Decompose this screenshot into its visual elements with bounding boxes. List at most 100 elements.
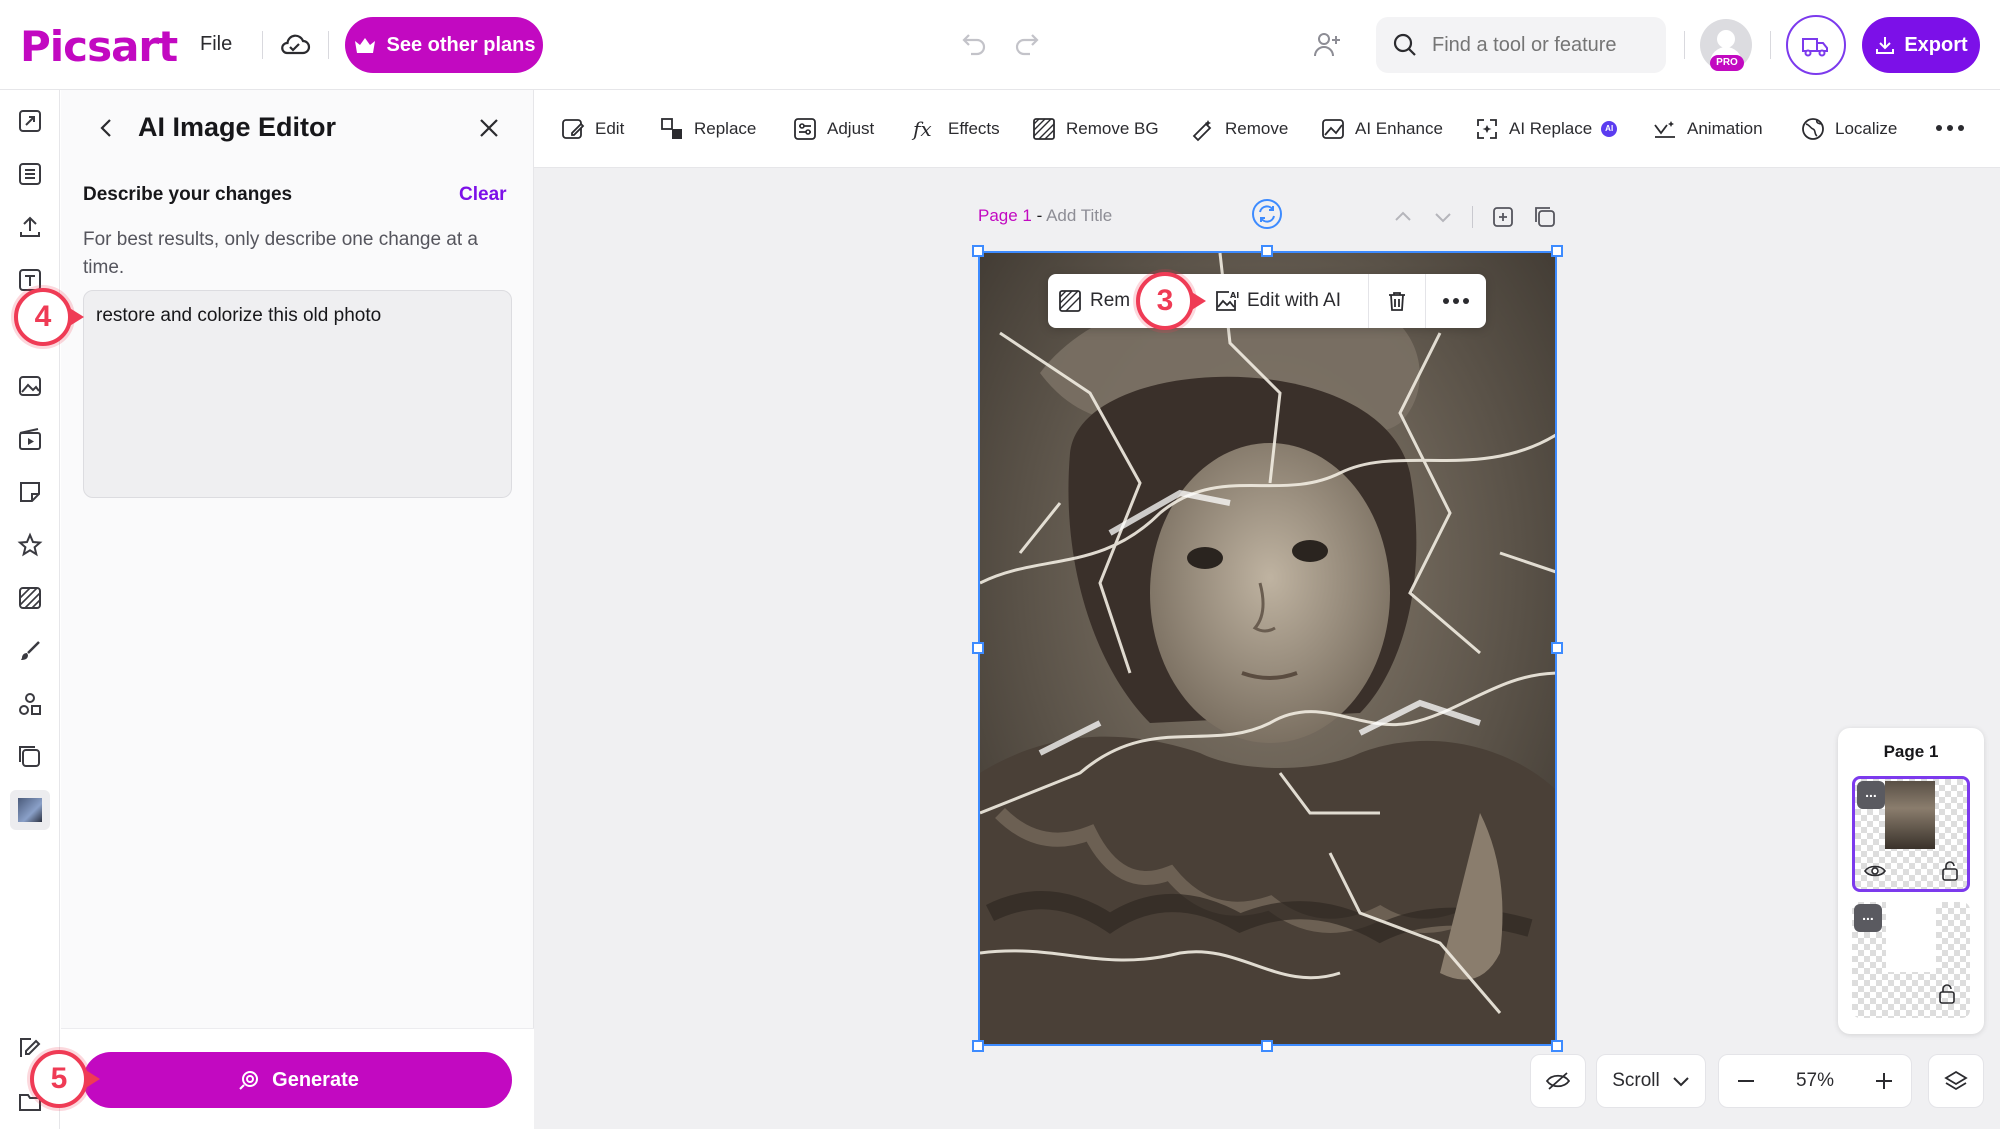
layer-menu-icon[interactable]: ...: [1857, 781, 1885, 809]
elements-icon[interactable]: [14, 688, 46, 720]
picsart-logo[interactable]: Picsart: [20, 22, 178, 71]
step-marker-5: 5: [30, 1050, 88, 1108]
stickers-icon[interactable]: [14, 476, 46, 508]
enhance-icon: [1322, 119, 1344, 139]
delivery-button[interactable]: [1786, 15, 1846, 75]
svg-text:AI: AI: [1230, 291, 1239, 300]
tool-ai-enhance[interactable]: AI Enhance: [1320, 114, 1443, 144]
tool-remove[interactable]: Remove: [1190, 114, 1288, 144]
edit-with-ai-label: Edit with AI: [1247, 290, 1341, 311]
refresh-icon[interactable]: [1250, 197, 1284, 231]
view-mode-select[interactable]: Scroll: [1596, 1054, 1706, 1108]
invite-collaborator-icon[interactable]: [1310, 28, 1344, 62]
tool-effects[interactable]: fx Effects: [911, 114, 1000, 144]
resize-handle[interactable]: [972, 245, 984, 257]
chevron-down-icon[interactable]: [1432, 206, 1454, 228]
export-label: Export: [1904, 33, 1968, 56]
download-icon: [1876, 37, 1895, 54]
tool-adjust[interactable]: Adjust: [792, 114, 874, 144]
resize-handle[interactable]: [1551, 1040, 1563, 1052]
search-input[interactable]: [1432, 33, 1652, 57]
delete-button[interactable]: [1369, 274, 1425, 328]
hide-ui-button[interactable]: [1530, 1054, 1586, 1108]
zoom-control: 57%: [1718, 1054, 1912, 1108]
remove-bg-icon: [1059, 290, 1081, 312]
tool-localize[interactable]: Localize: [1800, 114, 1897, 144]
animation-icon: [1654, 121, 1675, 138]
truck-icon: [1802, 38, 1828, 57]
page-title-input[interactable]: Add Title: [1046, 206, 1112, 225]
eye-icon[interactable]: [1863, 861, 1887, 881]
redo-icon[interactable]: [1012, 28, 1046, 62]
search-bar[interactable]: [1376, 17, 1666, 73]
tool-label: Effects: [948, 119, 1000, 138]
describe-changes-label: Describe your changes: [83, 184, 293, 205]
zoom-level[interactable]: 57%: [1796, 1070, 1834, 1092]
edit-with-ai-button[interactable]: AI Edit with AI: [1203, 274, 1368, 328]
zoom-out-icon[interactable]: [1735, 1070, 1757, 1092]
step-pointer: [68, 307, 84, 327]
tool-label: Animation: [1687, 119, 1763, 138]
more-tools-icon[interactable]: [1934, 114, 1966, 142]
background-icon[interactable]: [14, 582, 46, 614]
duplicate-page-icon[interactable]: [1533, 205, 1557, 229]
layers-panel-title: Page 1: [1883, 742, 1939, 761]
file-menu[interactable]: File: [200, 33, 232, 56]
resize-handle[interactable]: [1261, 1040, 1273, 1052]
layer-thumbnail-background[interactable]: ...: [1852, 902, 1970, 1018]
resize-handle[interactable]: [1551, 245, 1563, 257]
tool-edit[interactable]: Edit: [560, 114, 624, 144]
step-pointer: [84, 1069, 100, 1089]
old-photo-image[interactable]: [978, 251, 1557, 1046]
active-image-thumbnail[interactable]: [10, 790, 50, 830]
ai-replace-icon: [1477, 119, 1497, 139]
more-options-button[interactable]: [1426, 274, 1486, 328]
resize-handle[interactable]: [972, 642, 984, 654]
resize-icon[interactable]: [14, 105, 46, 137]
templates-icon[interactable]: [14, 158, 46, 190]
resize-handle[interactable]: [1261, 245, 1273, 257]
layers-toggle-button[interactable]: [1928, 1054, 1984, 1108]
view-mode-value: Scroll: [1612, 1070, 1660, 1091]
undo-icon[interactable]: [955, 28, 989, 62]
brush-icon[interactable]: [14, 635, 46, 667]
resize-handle[interactable]: [972, 1040, 984, 1052]
video-icon[interactable]: [14, 423, 46, 455]
generate-button[interactable]: Generate: [83, 1052, 512, 1108]
step-marker-4: 4: [14, 288, 72, 346]
sparkle-icon: [239, 1071, 259, 1090]
divider: [1472, 206, 1473, 228]
tool-animation[interactable]: Animation: [1652, 114, 1763, 144]
see-other-plans-button[interactable]: See other plans: [345, 17, 543, 73]
close-icon[interactable]: [476, 115, 502, 141]
resize-handle[interactable]: [1551, 642, 1563, 654]
layer-photo-preview: [1885, 781, 1935, 849]
add-page-icon[interactable]: [1491, 205, 1515, 229]
lock-icon[interactable]: [1939, 859, 1961, 883]
batch-icon[interactable]: [14, 741, 46, 773]
tool-replace[interactable]: Replace: [659, 114, 756, 144]
tool-label: Remove BG: [1066, 119, 1159, 138]
star-icon[interactable]: [14, 529, 46, 561]
lock-icon[interactable]: [1936, 982, 1958, 1006]
chevron-up-icon[interactable]: [1392, 206, 1414, 228]
layer-thumbnail-photo[interactable]: ...: [1852, 776, 1970, 892]
back-icon[interactable]: [94, 115, 120, 141]
upload-icon[interactable]: [14, 211, 46, 243]
tool-remove-bg[interactable]: Remove BG: [1031, 114, 1159, 144]
tool-label: Replace: [694, 119, 757, 138]
plans-label: See other plans: [386, 33, 536, 56]
clear-button[interactable]: Clear: [459, 184, 507, 206]
photos-icon[interactable]: [14, 370, 46, 402]
prompt-input[interactable]: restore and colorize this old photo: [83, 290, 512, 498]
cloud-sync-icon[interactable]: [278, 28, 312, 62]
zoom-in-icon[interactable]: [1873, 1070, 1895, 1092]
search-icon: [1393, 33, 1416, 56]
tool-ai-replace[interactable]: AI Replace AI: [1474, 114, 1618, 144]
layer-menu-icon[interactable]: ...: [1854, 904, 1882, 932]
tool-label: Edit: [595, 119, 625, 138]
divider: [1684, 31, 1685, 59]
divider: [262, 31, 263, 59]
export-button[interactable]: Export: [1862, 17, 1980, 73]
remove-bg-context-button[interactable]: Rem: [1048, 274, 1143, 328]
